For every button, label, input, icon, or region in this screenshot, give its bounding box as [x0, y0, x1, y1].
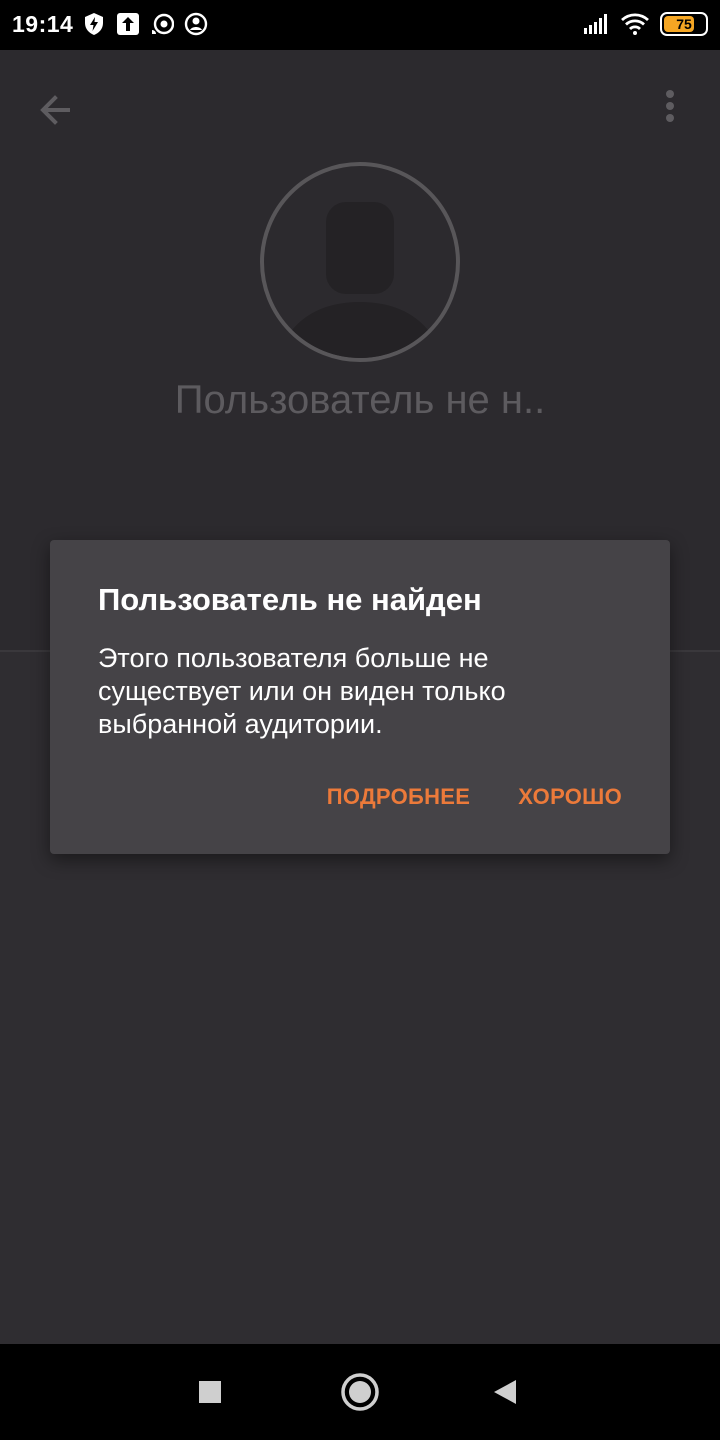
user-profile-screen: Пользователь не н.. Пользователь не найд… [0, 50, 720, 1344]
battery-icon: 75 [660, 12, 708, 36]
dialog-message: Этого пользователя больше не существует … [98, 643, 506, 739]
profile-name: Пользователь не н.. [174, 378, 546, 422]
more-vert-icon[interactable] [648, 82, 692, 138]
dialog-actions: ПОДРОБНЕЕ ХОРОШО [327, 784, 622, 810]
navigation-bar [0, 1344, 720, 1440]
status-notification-icons [82, 12, 208, 36]
status-bar: 19:14 75 [0, 0, 720, 50]
status-time: 19:14 [12, 11, 74, 37]
user-not-found-dialog: Пользователь не найден Этого пользовател… [50, 540, 670, 854]
battery-level: 75 [676, 16, 692, 32]
upload-icon [117, 13, 139, 35]
wifi-icon [621, 13, 649, 35]
arrow-back-icon[interactable] [28, 82, 84, 138]
ok-button[interactable]: ХОРОШО [518, 784, 622, 810]
more-info-button[interactable]: ПОДРОБНЕЕ [327, 784, 471, 810]
dialog-title: Пользователь не найден [98, 582, 482, 617]
back-triangle-icon[interactable] [484, 1370, 528, 1414]
home-circle-icon[interactable] [338, 1370, 382, 1414]
signal-icon [584, 14, 607, 34]
default-avatar-icon [260, 162, 460, 362]
assistant-icon [184, 12, 208, 36]
cast-icon [152, 13, 174, 35]
data-saver-icon [85, 13, 103, 35]
status-system-icons: 75 [582, 12, 708, 36]
recents-square-icon[interactable] [188, 1370, 232, 1414]
